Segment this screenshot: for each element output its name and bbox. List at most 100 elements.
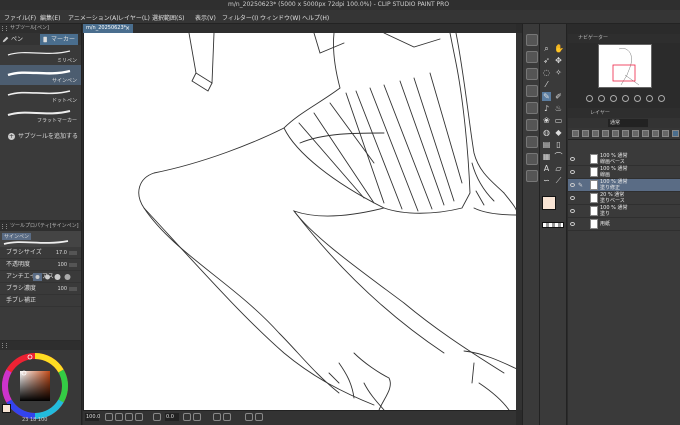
flip-horizontal-icon[interactable] (213, 413, 221, 421)
brush-size-slider[interactable] (69, 251, 77, 255)
merge-down-icon[interactable] (612, 130, 619, 137)
snap-icon[interactable] (526, 170, 538, 182)
balloon-tool-icon[interactable]: ▱ (554, 164, 563, 173)
new-canvas-icon[interactable] (526, 34, 538, 46)
selection-tool-icon[interactable]: ◌ (542, 68, 551, 77)
eye-icon[interactable] (570, 196, 575, 200)
opacity-row[interactable]: 不透明度 100 (0, 259, 81, 271)
blend-mode-select[interactable]: 通常 (608, 119, 648, 127)
antialias-row[interactable]: アンチエイリアス (0, 271, 81, 283)
brush-size-value[interactable]: 17.0 (56, 247, 67, 259)
reset-rotation-icon[interactable] (193, 413, 201, 421)
fill-tool-icon[interactable]: ◆ (554, 128, 563, 137)
correct-line-tool-icon[interactable]: ∽ (542, 176, 551, 185)
grip-icon[interactable] (2, 224, 7, 229)
figure-tool-icon[interactable]: ▯ (554, 140, 563, 149)
main-color-chip[interactable] (542, 196, 556, 210)
clear-icon[interactable] (526, 119, 538, 131)
eraser-tool-icon[interactable]: ▭ (554, 116, 563, 125)
nav-full-icon[interactable] (658, 95, 665, 102)
opacity-value[interactable]: 100 (57, 259, 67, 271)
layer-row[interactable]: 20 % 通常 塗りベース (568, 192, 680, 205)
menu-help[interactable]: ヘルプ(H) (302, 13, 329, 22)
delete-layer-icon[interactable] (672, 130, 679, 137)
brush-tool-icon[interactable]: ♪ (542, 104, 551, 113)
frame-icon[interactable] (245, 413, 253, 421)
decoration-tool-icon[interactable]: ❀ (542, 116, 551, 125)
rotation-value[interactable]: 0.0 (165, 413, 179, 421)
close-tab-icon[interactable]: × (125, 24, 130, 33)
move-tool-icon[interactable]: ✥ (554, 56, 563, 65)
eye-icon[interactable] (570, 222, 575, 226)
new-raster-layer-icon[interactable] (572, 130, 579, 137)
eyedropper-tool-icon[interactable]: ⁄ (542, 80, 551, 89)
deselect-icon[interactable] (526, 153, 538, 165)
actual-size-icon[interactable] (135, 413, 143, 421)
flip-vertical-icon[interactable] (223, 413, 231, 421)
color-wheel[interactable] (0, 350, 82, 425)
mask-icon[interactable] (652, 130, 659, 137)
brush-milli-pen[interactable]: ミリペン (0, 45, 81, 65)
hand-tool-icon[interactable]: ✋ (554, 44, 564, 53)
tab-marker[interactable]: マーカー (40, 34, 78, 45)
brush-flat-marker[interactable]: フラットマーカー (0, 105, 81, 125)
text-tool-icon[interactable]: A (542, 164, 551, 173)
menu-selection[interactable]: 選択範囲(S) (152, 13, 185, 22)
eye-icon[interactable] (570, 209, 575, 213)
eye-icon[interactable] (570, 157, 575, 161)
play-icon[interactable] (255, 413, 263, 421)
pencil-tool-icon[interactable]: ✐ (554, 92, 563, 101)
layer-row[interactable]: 100 % 通常 塗り (568, 205, 680, 218)
menu-file[interactable]: ファイル(F) (4, 13, 36, 22)
antialias-options-icon[interactable] (33, 273, 73, 281)
nav-rotate-icon[interactable] (610, 95, 617, 102)
menu-filter[interactable]: フィルター(I) (222, 13, 258, 22)
nav-zoom-in-icon[interactable] (598, 95, 605, 102)
menu-view[interactable]: 表示(V) (195, 13, 216, 22)
ruler-tool-icon[interactable]: ⌒ (554, 152, 563, 161)
nav-fit-icon[interactable] (634, 95, 641, 102)
reference-icon[interactable] (632, 130, 639, 137)
zoom-value[interactable]: 100.0 (85, 413, 100, 421)
save-icon[interactable] (526, 68, 538, 80)
operation-tool-icon[interactable]: ➶ (542, 56, 551, 65)
layer-row-selected[interactable]: ✎ 100 % 通常 塗り修正 (568, 179, 680, 192)
pen-tool-icon[interactable]: ✎ (542, 92, 551, 101)
clipping-icon[interactable] (622, 130, 629, 137)
grip-icon[interactable] (2, 26, 7, 31)
zoom-in-icon[interactable] (115, 413, 123, 421)
brush-size-row[interactable]: ブラシサイズ 17.0 (0, 247, 81, 259)
brush-density-row[interactable]: ブラシ濃度 100 (0, 283, 81, 295)
layer-row-paper[interactable]: 用紙 (568, 218, 680, 231)
nav-flip-icon[interactable] (622, 95, 629, 102)
zoom-out-icon[interactable] (105, 413, 113, 421)
nav-reset-icon[interactable] (646, 95, 653, 102)
nav-zoom-out-icon[interactable] (586, 95, 593, 102)
transform-icon[interactable] (526, 136, 538, 148)
ruler-icon[interactable] (662, 130, 669, 137)
undo-icon[interactable] (526, 85, 538, 97)
brush-density-slider[interactable] (69, 287, 77, 291)
airbrush-tool-icon[interactable]: ♨ (554, 104, 563, 113)
add-subtool-button[interactable]: + サブツールを追加する (0, 131, 81, 143)
blend-tool-icon[interactable]: ◍ (542, 128, 551, 137)
grip-icon[interactable] (2, 343, 7, 348)
main-color-swatch[interactable] (2, 404, 11, 413)
transparent-color-chip[interactable] (542, 222, 564, 228)
menu-window[interactable]: ウィンドウ(W) (260, 13, 301, 22)
new-folder-icon[interactable] (592, 130, 599, 137)
menu-edit[interactable]: 編集(E) (40, 13, 60, 22)
brush-dot-pen[interactable]: ドットペン (0, 85, 81, 105)
eye-icon[interactable] (570, 170, 575, 174)
eye-icon[interactable] (570, 183, 575, 187)
menu-animation[interactable]: アニメーション(A) (68, 13, 119, 22)
menu-layer[interactable]: レイヤー(L) (118, 13, 150, 22)
brush-density-value[interactable]: 100 (57, 283, 67, 295)
rotate-right-icon[interactable] (183, 413, 191, 421)
frame-tool-icon[interactable]: ▦ (542, 152, 551, 161)
rotate-left-icon[interactable] (153, 413, 161, 421)
layer-row[interactable]: 100 % 通常 線画ベース (568, 153, 680, 166)
drawing-canvas[interactable] (83, 33, 516, 410)
auto-select-tool-icon[interactable]: ✧ (554, 68, 563, 77)
stabilization-row[interactable]: 手ブレ補正 (0, 295, 81, 307)
